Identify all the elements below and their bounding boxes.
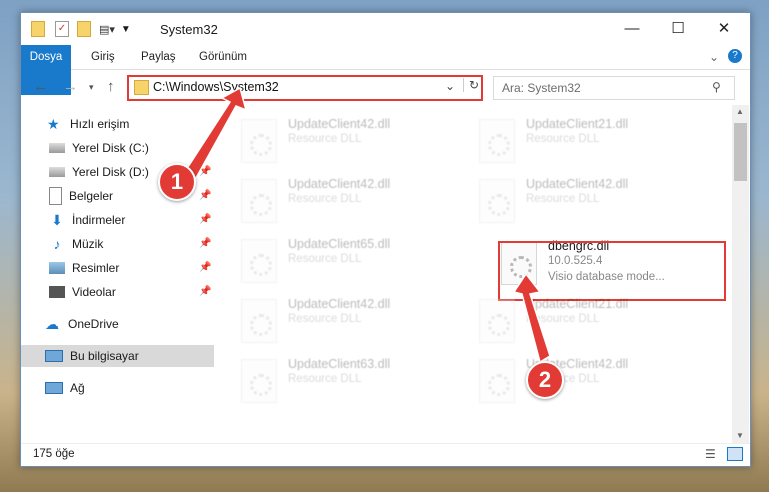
- arrow-1: [185, 86, 248, 180]
- callout-2: 2: [526, 361, 564, 399]
- callout-arrows: [185, 86, 551, 364]
- callout-1: 1: [158, 163, 196, 201]
- arrow-2: [512, 272, 551, 364]
